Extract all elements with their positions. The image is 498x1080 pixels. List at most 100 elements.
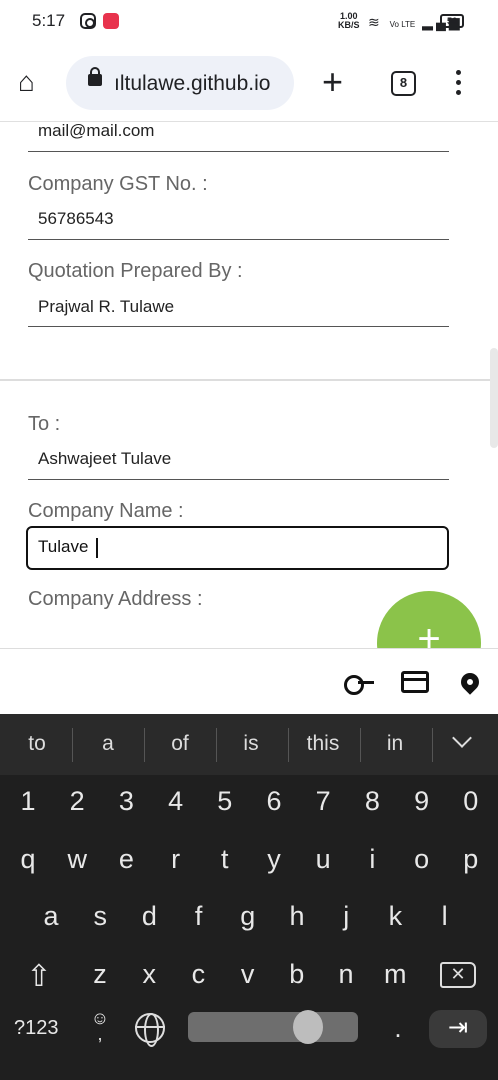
suggestion-divider [288,728,289,762]
suggestion-divider [360,728,361,762]
battery-icon: 56 [440,14,464,28]
period-key[interactable]: . [388,1013,408,1044]
page-scrollbar[interactable] [490,348,498,448]
suggestion-item[interactable]: a [78,732,138,756]
address-bar[interactable]: ıltulawe.github.io [66,56,294,110]
company-name-value[interactable]: Tulave [38,537,88,557]
page-content: mail@mail.com Company GST No. : 56786543… [0,123,498,648]
key-t[interactable]: t [205,844,245,875]
suggestion-divider [216,728,217,762]
suggestion-item[interactable]: this [293,732,353,756]
text-caret [96,538,98,558]
key-4[interactable]: 4 [156,786,196,817]
symbols-key[interactable]: ?123 [14,1017,59,1040]
key-e[interactable]: e [106,844,146,875]
speed-unit: KB/S [338,20,360,30]
space-cursor-knob [293,1010,323,1044]
key-0[interactable]: 0 [451,786,491,817]
key-q[interactable]: q [8,844,48,875]
key-k[interactable]: k [375,901,415,932]
key-2[interactable]: 2 [57,786,97,817]
gst-label: Company GST No. : [28,173,208,195]
add-fab-button[interactable]: + [377,591,481,648]
email-field[interactable]: mail@mail.com [38,123,154,141]
suggestion-divider [72,728,73,762]
key-p[interactable]: p [451,844,491,875]
key-n[interactable]: n [326,959,366,990]
key-l[interactable]: l [425,901,465,932]
key-a[interactable]: a [31,901,71,932]
chevron-down-icon[interactable] [452,728,472,748]
key-x[interactable]: x [129,959,169,990]
to-underline [28,479,449,480]
new-tab-icon[interactable]: + [322,64,343,100]
key-6[interactable]: 6 [254,786,294,817]
network-speed: 1.00 KB/S [338,12,360,30]
gst-field[interactable]: 56786543 [38,209,114,229]
key-u[interactable]: u [303,844,343,875]
company-name-field[interactable]: Tulave [26,526,449,570]
key-9[interactable]: 9 [402,786,442,817]
prepared-by-label: Quotation Prepared By : [28,260,243,282]
key-b[interactable]: b [277,959,317,990]
suggestion-divider [144,728,145,762]
tab-switcher-button[interactable]: 8 [391,71,416,96]
to-label: To : [28,413,61,435]
emoji-comma-key[interactable]: ☺, [90,1009,110,1043]
key-8[interactable]: 8 [352,786,392,817]
key-r[interactable]: r [156,844,196,875]
home-icon[interactable]: ⌂ [18,68,48,98]
key-j[interactable]: j [326,901,366,932]
key-5[interactable]: 5 [205,786,245,817]
key-v[interactable]: v [228,959,268,990]
key-z[interactable]: z [80,959,120,990]
key-3[interactable]: 3 [106,786,146,817]
key-h[interactable]: h [277,901,317,932]
email-underline [28,151,449,152]
payment-card-icon[interactable] [401,671,429,693]
key-1[interactable]: 1 [8,786,48,817]
key-i[interactable]: i [352,844,392,875]
wifi-icon: ≋ [368,14,383,30]
key-w[interactable]: w [57,844,97,875]
volte-label: Vo LTE [389,20,416,29]
instagram-icon [80,13,96,29]
soft-keyboard: to a of is this in 1234567890 qwertyuiop… [0,714,498,1080]
next-field-key[interactable]: ⇥ [429,1010,487,1048]
key-d[interactable]: d [129,901,169,932]
key-y[interactable]: y [254,844,294,875]
url-text[interactable]: ıltulawe.github.io [114,72,270,96]
status-bar: 5:17 1.00 KB/S ≋ Vo LTE ▂▄▆ 56 [0,0,498,44]
more-menu-icon[interactable] [454,70,462,98]
suggestion-strip: to a of is this in [0,714,498,775]
key-c[interactable]: c [178,959,218,990]
gst-underline [28,239,449,240]
lock-icon[interactable] [88,67,102,86]
company-address-label: Company Address : [28,588,203,610]
suggestion-item[interactable]: is [221,732,281,756]
to-field[interactable]: Ashwajeet Tulave [38,449,171,469]
section-divider [0,379,498,381]
globe-icon[interactable] [135,1013,165,1047]
key-7[interactable]: 7 [303,786,343,817]
prepared-by-underline [28,326,449,327]
suggestion-item[interactable]: of [150,732,210,756]
location-pin-icon[interactable] [457,669,483,695]
key-o[interactable]: o [402,844,442,875]
password-key-icon[interactable] [344,671,374,695]
screen-record-icon [103,13,119,29]
prepared-by-field[interactable]: Prajwal R. Tulawe [38,297,174,317]
suggestion-item[interactable]: to [7,732,67,756]
key-m[interactable]: m [375,959,415,990]
status-time: 5:17 [32,11,66,30]
key-g[interactable]: g [228,901,268,932]
shift-icon[interactable]: ⇧ [22,959,56,993]
space-bar[interactable] [188,1010,358,1044]
suggestion-divider [432,728,433,762]
suggestion-item[interactable]: in [365,732,425,756]
browser-toolbar: ⌂ ıltulawe.github.io + 8 [0,44,498,122]
key-f[interactable]: f [179,901,219,932]
autofill-bar [0,648,498,714]
backspace-icon[interactable]: ✕ [440,962,476,988]
key-s[interactable]: s [80,901,120,932]
